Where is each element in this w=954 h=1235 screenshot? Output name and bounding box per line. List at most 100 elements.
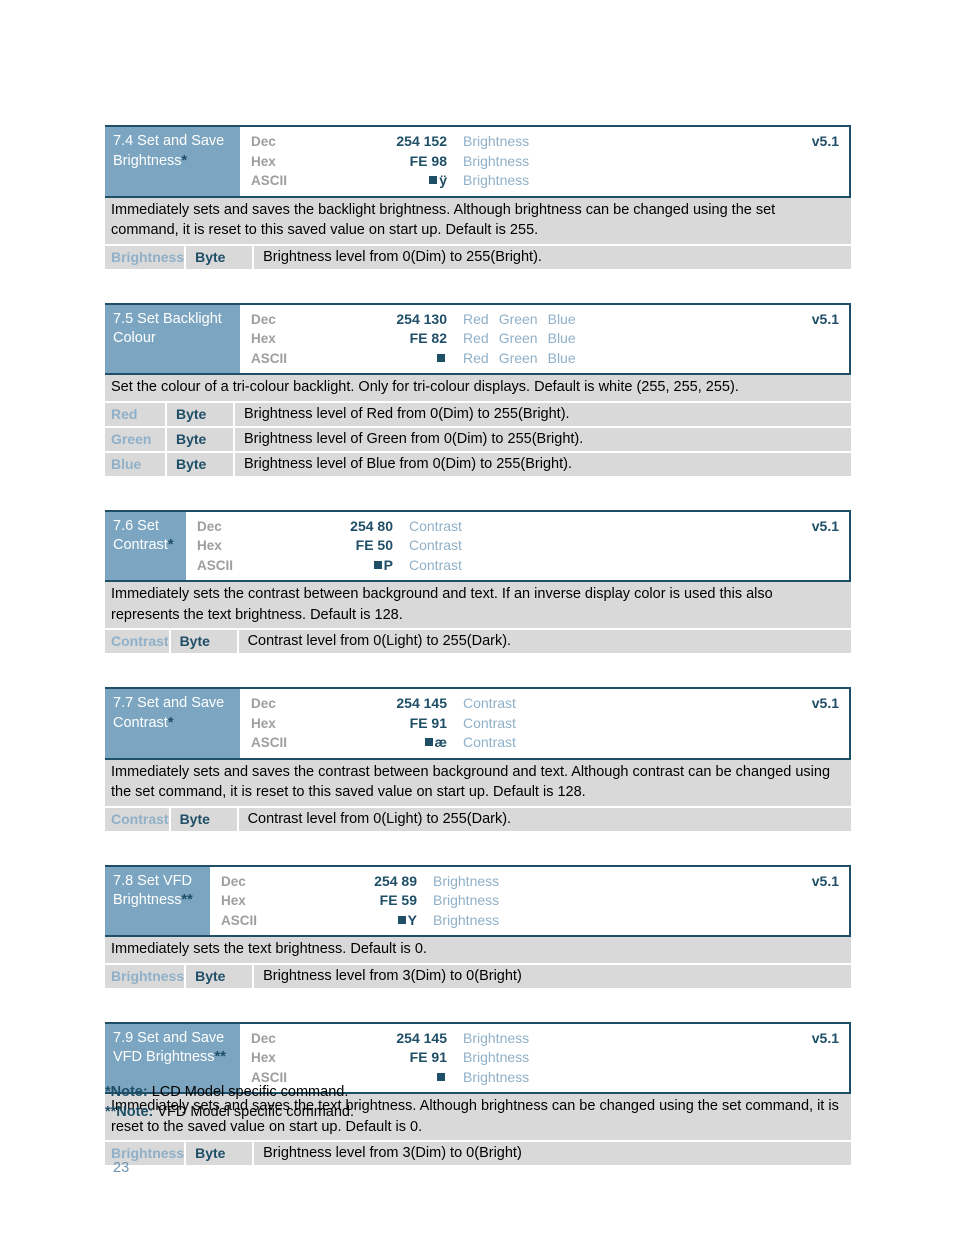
encoding-row-dec: Dec 254 145 Contrast: [240, 694, 849, 714]
command-title: 7.4 Set and Save Brightness*: [105, 127, 240, 196]
parameter-name: Red: [105, 402, 167, 426]
encoding-arguments: Brightness: [417, 911, 849, 931]
parameter-row: Brightness Byte Brightness level from 3(Di…: [105, 1140, 851, 1165]
encoding-row-hex: Hex FE 91 Brightness: [240, 1048, 849, 1068]
encoding-label-dec: Dec: [197, 518, 222, 534]
argument-name: Brightness: [463, 133, 530, 149]
command-encodings: Dec 254 89 Brightness Hex FE 59 Brightness ASC…: [210, 867, 849, 936]
argument-name: Red: [463, 349, 489, 366]
parameter-name: Contrast: [105, 807, 171, 831]
encoding-value-dec: 254 80: [350, 517, 393, 534]
footnote-text: LCD Model specific command.: [147, 1084, 349, 1100]
command-encodings: Dec 254 130 Red Green Blue Hex FE 82 Red Green Bl…: [240, 305, 849, 374]
parameter-description: Contrast level from 0(Light) to 255(Dark…: [247, 810, 512, 827]
encoding-arguments: Red Green Blue: [447, 329, 849, 349]
footnote-text: VFD Model specific command.: [153, 1104, 354, 1120]
command-title-line2-text: Brightness: [113, 892, 182, 908]
argument-name: Red: [463, 330, 489, 346]
parameter-row: Blue Byte Brightness level of Blue from 0(…: [105, 450, 851, 476]
argument-name: Contrast: [409, 517, 462, 534]
parameter-name: Blue: [105, 452, 167, 476]
command-block: 7.5 Set Backlight Colour Dec 254 130 Red Gree…: [105, 302, 851, 476]
encoding-label-hex: Hex: [221, 893, 246, 908]
argument-name: Brightness: [433, 872, 500, 889]
command-block: 7.8 Set VFD Brightness** Dec 254 89 Brightne…: [105, 864, 851, 988]
encoding-label-ascii: ASCII: [251, 350, 288, 366]
encoding-value-dec: 254 152: [396, 133, 447, 149]
page-number: 23: [113, 1160, 130, 1176]
encoding-arguments: Red Green Blue: [447, 310, 849, 330]
encoding-row-ascii: ASCII ÿ Brightness: [240, 171, 849, 191]
command-block: 7.6 Set Contrast* Dec 254 80 Contrast Hex FE 5…: [105, 509, 851, 653]
encoding-arguments: Contrast: [393, 556, 849, 576]
encoding-value-ascii: æ: [312, 733, 447, 753]
encoding-value-ascii: P: [258, 556, 393, 576]
command-encodings: Dec 254 152 Brightness Hex FE 98 Brightness AS…: [240, 127, 849, 196]
command-header: 7.5 Set Backlight Colour Dec 254 130 Red Gree…: [105, 304, 851, 375]
command-title-line2-text: Brightness: [113, 152, 182, 169]
argument-name: Brightness: [463, 152, 530, 169]
parameter-name: Brightness: [105, 245, 187, 269]
block-square-icon: [437, 1072, 445, 1081]
command-title-line1: 7.5 Set Backlight: [113, 310, 222, 327]
parameter-type: Byte: [167, 427, 235, 451]
encoding-value-hex: FE 82: [409, 330, 447, 346]
encoding-arguments: Red Green Blue: [447, 349, 849, 369]
encoding-row-dec: Dec 254 130 Red Green Blue: [240, 310, 849, 330]
argument-name: Contrast: [463, 695, 516, 711]
encoding-value-ascii-char: æ: [434, 734, 447, 750]
encoding-label-dec: Dec: [251, 311, 276, 327]
parameter-description: Brightness level of Blue from 0(Dim) to …: [244, 455, 572, 472]
encoding-value-dec: 254 145: [396, 1029, 447, 1046]
encoding-value-ascii: Y: [282, 911, 417, 931]
encoding-label-hex: Hex: [251, 1050, 276, 1065]
command-title-line2: VFD Brightness**: [113, 1048, 240, 1068]
encoding-value-dec: 254 89: [374, 872, 417, 889]
encoding-value-hex: FE 50: [355, 537, 393, 553]
encoding-label-ascii: ASCII: [221, 912, 258, 928]
footnote-marker: **Note:: [105, 1104, 154, 1120]
encoding-value-ascii-char: ÿ: [439, 172, 447, 188]
encoding-row-dec: Dec 254 89 Brightness: [210, 872, 849, 892]
encoding-value-hex: FE 91: [409, 714, 447, 731]
command-title-line2: Contrast*: [113, 536, 186, 556]
command-description: Set the colour of a tri-colour backlight…: [105, 375, 851, 401]
encoding-label-hex: Hex: [251, 153, 276, 169]
argument-name: Contrast: [409, 537, 462, 553]
model-note-marker: *: [167, 714, 174, 731]
footnote-line: **Note: VFD Model specific command.: [105, 1102, 851, 1122]
command-description: Immediately sets the contrast between ba…: [105, 582, 851, 628]
argument-name: Red: [463, 310, 489, 327]
version-badge: v5.1: [811, 133, 839, 149]
command-title-line1: 7.8 Set VFD: [113, 872, 192, 889]
command-title: 7.8 Set VFD Brightness**: [105, 866, 210, 935]
block-square-icon: [397, 915, 406, 924]
encoding-value-dec: 254 145: [396, 695, 447, 711]
encoding-arguments: Contrast: [393, 536, 849, 556]
parameter-row: Red Byte Brightness level of Red from 0(Di…: [105, 400, 851, 426]
argument-name: Contrast: [463, 734, 516, 750]
command-title-line2-text: Contrast: [113, 714, 168, 731]
parameter-type: Byte: [186, 964, 255, 988]
command-title-line1: 7.4 Set and Save: [113, 133, 225, 149]
parameter-row: Contrast Byte Contrast level from 0(Light)…: [105, 628, 851, 653]
parameter-type: Byte: [167, 402, 235, 426]
command-title-line2: Contrast*: [113, 714, 240, 734]
block-square-icon: [437, 353, 445, 362]
parameter-name: Green: [105, 427, 167, 451]
command-block: 7.7 Set and Save Contrast* Dec 254 145 Contr…: [105, 687, 851, 831]
command-description: Immediately sets the text brightness. De…: [105, 937, 851, 963]
command-title: 7.5 Set Backlight Colour: [105, 304, 240, 373]
parameter-type: Byte: [171, 807, 239, 831]
command-title-line2: Brightness*: [113, 152, 240, 172]
encoding-arguments: Contrast: [393, 517, 849, 537]
encoding-label-dec: Dec: [251, 1030, 276, 1046]
command-encodings: Dec 254 80 Contrast Hex FE 50 Contrast ASCII P C…: [186, 512, 849, 581]
model-note-marker: *: [167, 537, 174, 553]
parameter-name: Brightness: [105, 964, 187, 988]
encoding-row-ascii: ASCII P Contrast: [186, 556, 849, 576]
command-title-line2-text: Contrast: [113, 537, 168, 553]
command-reference-list: 7.4 Set and Save Brightness* Dec 254 152 Bri…: [105, 125, 851, 1199]
version-badge: v5.1: [811, 872, 839, 889]
command-description: Immediately sets and saves the backlight…: [105, 197, 851, 244]
